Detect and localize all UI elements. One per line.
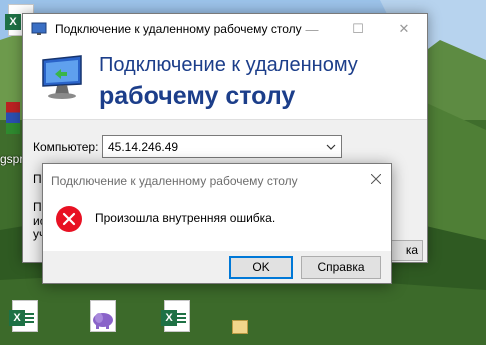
maximize-icon: ☐ (352, 21, 364, 36)
error-message-area: Произошла внутренняя ошибка. (43, 196, 391, 251)
chevron-down-icon[interactable] (323, 138, 339, 155)
rdp-window-title: Подключение к удаленному рабочему столу (55, 22, 302, 36)
user-label-partial: П (33, 172, 42, 186)
error-dialog-title: Подключение к удаленному рабочему столу (51, 174, 298, 188)
minimize-icon: — (305, 21, 319, 37)
rdp-app-icon (31, 22, 47, 35)
rdp-header-line2: рабочему столу (99, 82, 296, 110)
php-elephant-icon[interactable] (88, 300, 118, 336)
ok-button[interactable]: OK (229, 256, 293, 279)
computer-value: 45.14.246.49 (108, 140, 179, 154)
minimize-button[interactable]: — (289, 14, 335, 44)
desktop-file-icon[interactable] (230, 300, 250, 336)
rdp-banner: Подключение к удаленному рабочему столу (23, 44, 427, 120)
info-text-partial-1: П (33, 200, 42, 214)
close-icon (371, 174, 381, 184)
remote-desktop-icon (42, 55, 82, 99)
excel-file-icon[interactable]: X (8, 300, 38, 336)
error-dialog: Подключение к удаленному рабочему столу … (42, 163, 392, 284)
error-dialog-footer: OK Справка (43, 251, 391, 283)
excel-file-icon[interactable]: X (160, 300, 190, 336)
error-dialog-titlebar: Подключение к удаленному рабочему столу (43, 164, 391, 196)
maximize-button[interactable]: ☐ (335, 14, 381, 44)
rdp-titlebar: Подключение к удаленному рабочему столу … (23, 14, 427, 44)
dialog-close-button[interactable] (361, 164, 391, 194)
close-icon: ✕ (398, 21, 410, 36)
winrar-archive-icon[interactable] (2, 98, 22, 138)
error-message: Произошла внутренняя ошибка. (95, 211, 276, 225)
computer-combobox[interactable]: 45.14.246.49 (102, 135, 342, 158)
help-button[interactable]: Справка (301, 256, 381, 279)
error-icon (56, 206, 82, 232)
close-button[interactable]: ✕ (381, 14, 427, 44)
computer-label: Компьютер: (33, 140, 99, 154)
desktop-icon-label: gspr (0, 152, 22, 166)
rdp-header-line1: Подключение к удаленному (99, 54, 358, 76)
